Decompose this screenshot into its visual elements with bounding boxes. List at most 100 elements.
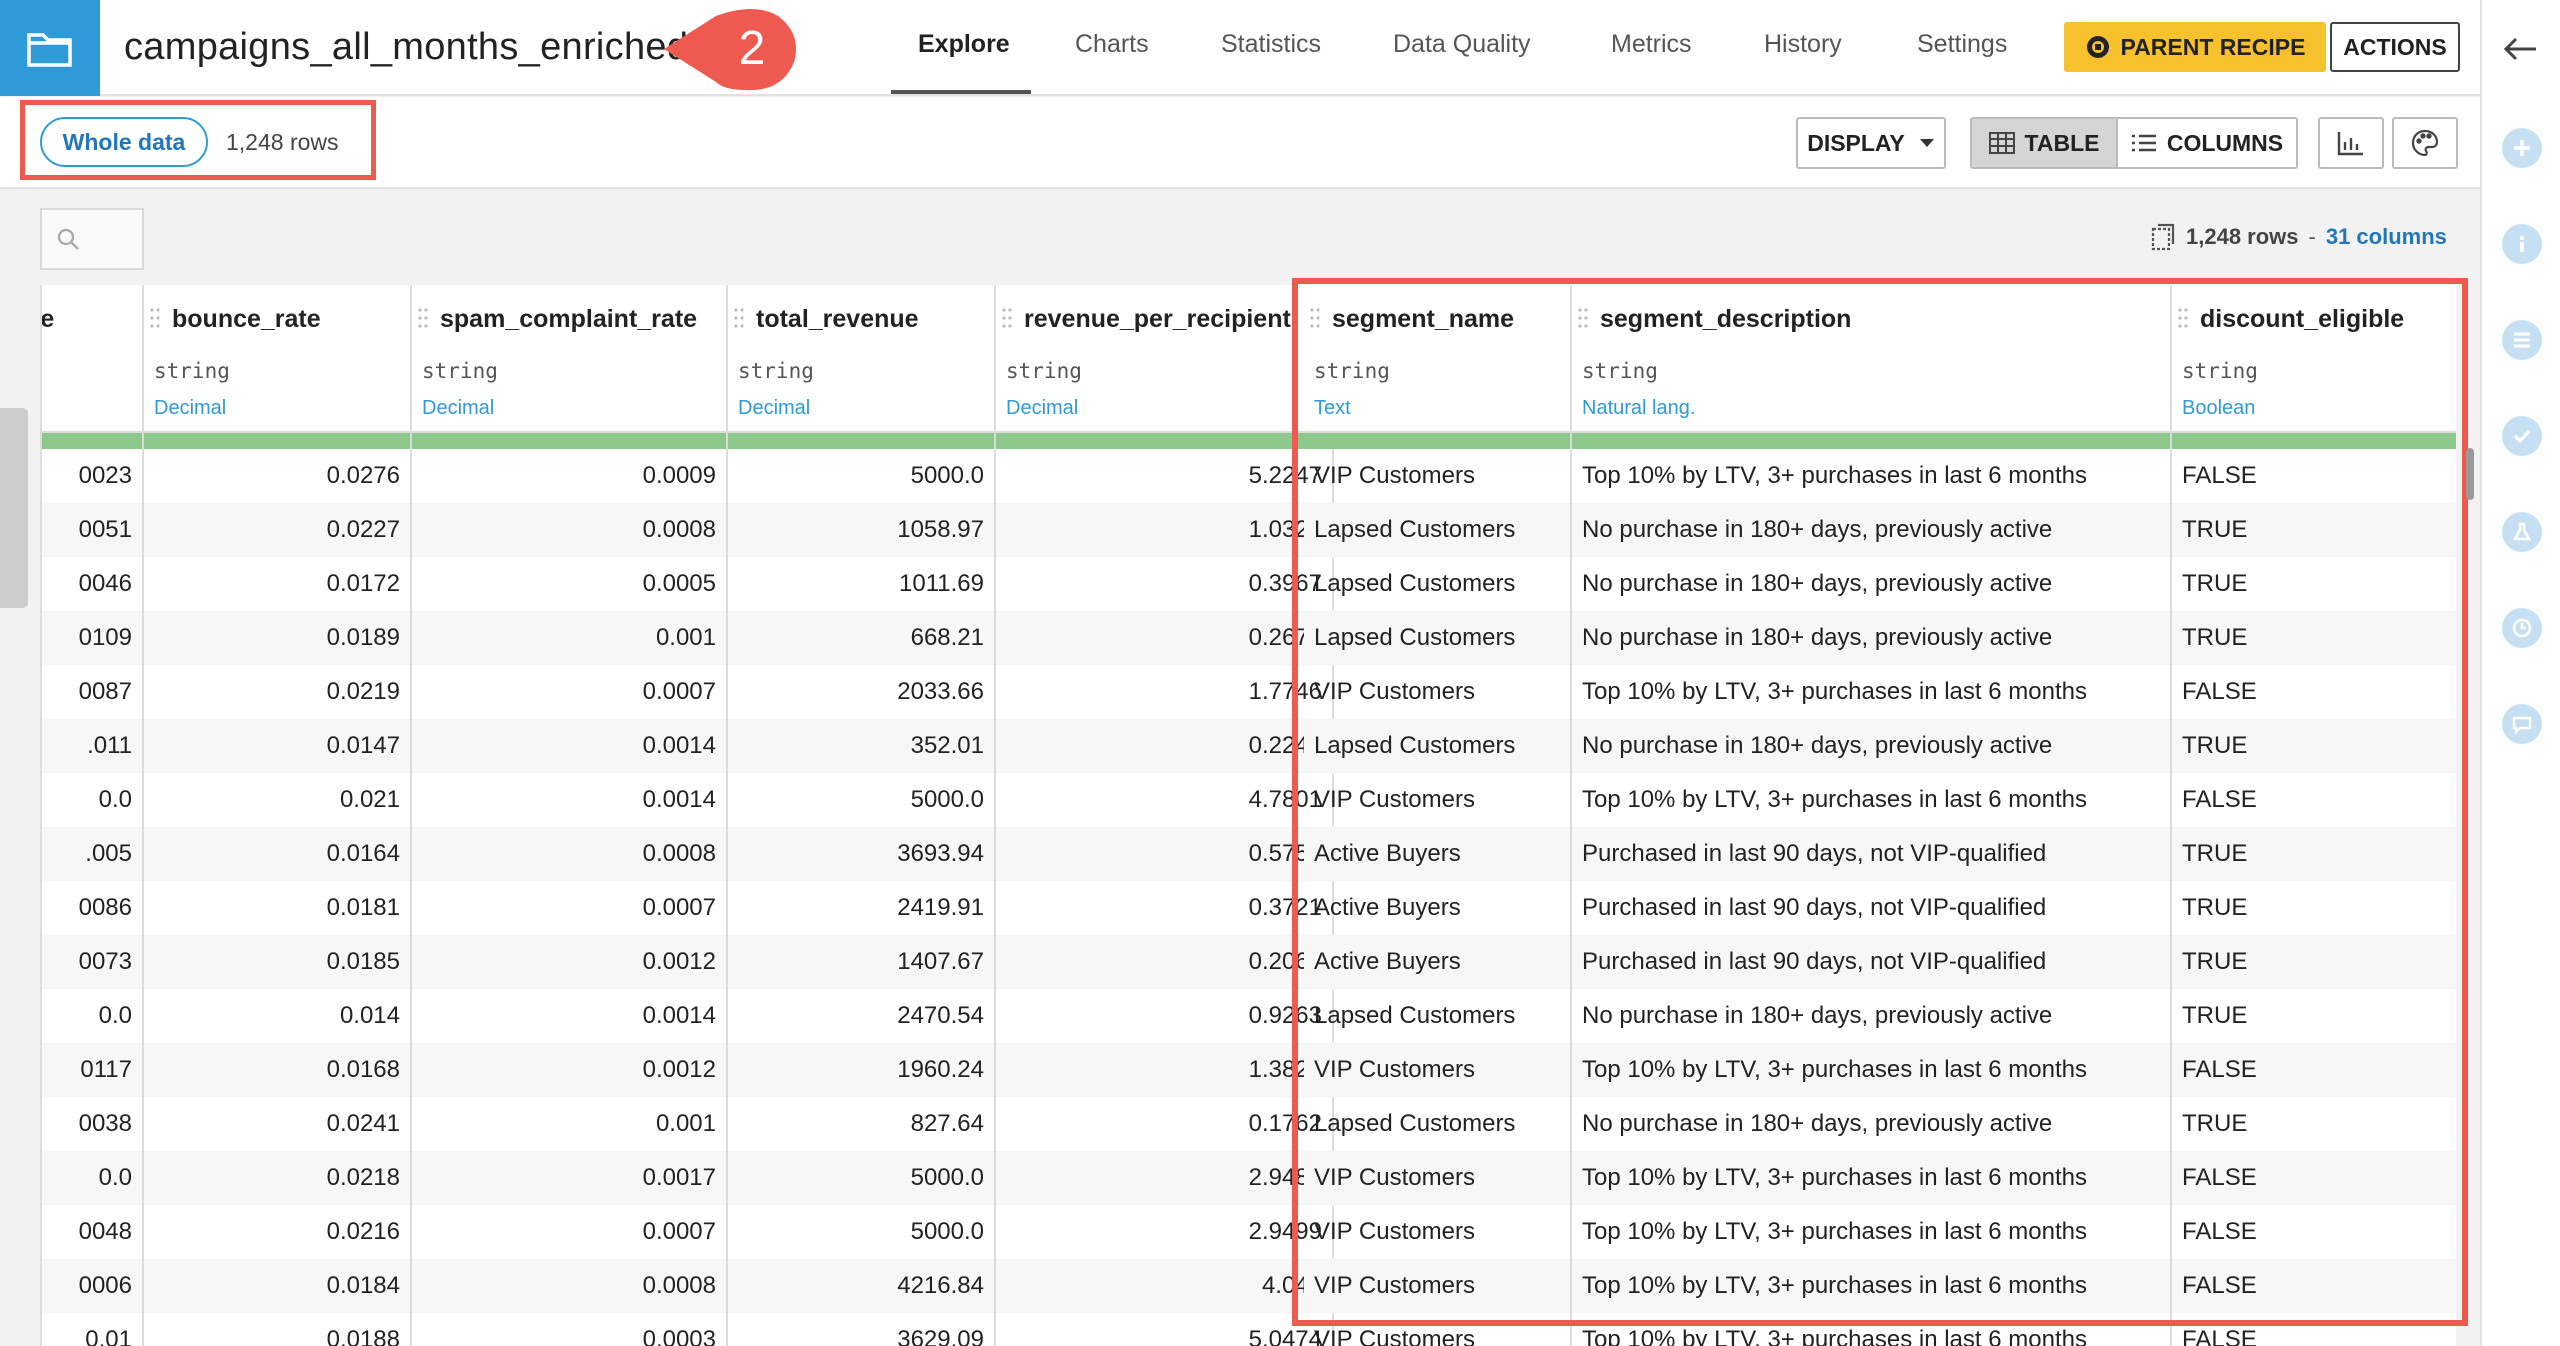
table-cell[interactable]: 1.7746 <box>996 665 1332 719</box>
meta-columns-link[interactable]: 31 columns <box>2326 224 2447 250</box>
table-cell[interactable]: 0051 <box>42 503 142 557</box>
table-cell[interactable]: 0.0241 <box>144 1097 410 1151</box>
table-cell[interactable]: 0.0014 <box>412 989 726 1043</box>
left-panel-handle[interactable] <box>0 408 28 608</box>
table-cell[interactable]: 0.0012 <box>412 935 726 989</box>
table-cell[interactable]: 0087 <box>42 665 142 719</box>
table-cell[interactable]: 5.2247 <box>996 449 1332 503</box>
table-cell[interactable]: 2470.54 <box>728 989 994 1043</box>
table-cell[interactable]: 5000.0 <box>728 773 994 827</box>
tab-statistics[interactable]: Statistics <box>1221 30 1321 59</box>
column-meaning[interactable]: Decimal <box>738 397 810 420</box>
table-cell[interactable]: 0.0012 <box>412 1043 726 1097</box>
table-cell[interactable]: 0.2064 <box>996 935 1332 989</box>
table-cell[interactable]: .011 <box>42 719 142 773</box>
table-cell[interactable]: 1011.69 <box>728 557 994 611</box>
tab-history[interactable]: History <box>1764 30 1842 59</box>
table-cell[interactable]: 0.0168 <box>144 1043 410 1097</box>
parent-recipe-button[interactable]: PARENT RECIPE <box>2064 22 2326 72</box>
table-cell[interactable]: 0.9263 <box>996 989 1332 1043</box>
table-cell[interactable]: 3629.09 <box>728 1313 994 1346</box>
table-cell[interactable]: 0.0218 <box>144 1151 410 1205</box>
table-cell[interactable]: 0.0 <box>42 773 142 827</box>
column-meaning[interactable]: Decimal <box>422 397 494 420</box>
table-cell[interactable]: 0.0185 <box>144 935 410 989</box>
table-cell[interactable]: 0109 <box>42 611 142 665</box>
table-cell[interactable]: 1960.24 <box>728 1043 994 1097</box>
column-header[interactable]: te <box>42 285 142 433</box>
table-cell[interactable]: 0.0184 <box>144 1259 410 1313</box>
column-header[interactable]: total_revenue string Decimal <box>728 285 994 433</box>
column-header[interactable]: bounce_rate string Decimal <box>144 285 410 433</box>
table-view-button[interactable]: TABLE <box>1972 119 2116 167</box>
table-cell[interactable]: 5000.0 <box>728 449 994 503</box>
columns-view-button[interactable]: COLUMNS <box>2116 119 2296 167</box>
table-cell[interactable]: 0046 <box>42 557 142 611</box>
table-cell[interactable]: 0.01 <box>42 1313 142 1346</box>
table-cell[interactable]: 0.0007 <box>412 881 726 935</box>
table-cell[interactable]: 0048 <box>42 1205 142 1259</box>
table-cell[interactable]: 0.014 <box>144 989 410 1043</box>
tab-data-quality[interactable]: Data Quality <box>1393 30 1531 59</box>
actions-button[interactable]: ACTIONS <box>2330 22 2460 72</box>
table-cell[interactable]: .005 <box>42 827 142 881</box>
table-cell[interactable]: 0.0276 <box>144 449 410 503</box>
table-cell[interactable]: 0.001 <box>412 611 726 665</box>
table-cell[interactable]: 0.0008 <box>412 1259 726 1313</box>
table-cell[interactable]: 0.1762 <box>996 1097 1332 1151</box>
column-header[interactable]: spam_complaint_rate string Decimal <box>412 285 726 433</box>
arrow-left-icon[interactable] <box>2500 34 2540 64</box>
table-cell[interactable]: 0073 <box>42 935 142 989</box>
table-cell[interactable]: 1058.97 <box>728 503 994 557</box>
table-cell[interactable]: 0.021 <box>144 773 410 827</box>
table-cell[interactable]: 0.0003 <box>412 1313 726 1346</box>
check-icon[interactable] <box>2502 416 2542 456</box>
drag-handle-icon[interactable] <box>150 307 160 329</box>
column-meaning[interactable]: Decimal <box>154 397 226 420</box>
table-cell[interactable]: 0.0188 <box>144 1313 410 1346</box>
drag-handle-icon[interactable] <box>734 307 744 329</box>
table-cell[interactable]: 352.01 <box>728 719 994 773</box>
list-icon[interactable] <box>2502 320 2542 360</box>
table-cell[interactable]: 0.0009 <box>412 449 726 503</box>
table-cell[interactable]: 5000.0 <box>728 1151 994 1205</box>
table-cell[interactable]: 5.0474 <box>996 1313 1332 1346</box>
display-dropdown[interactable]: DISPLAY <box>1796 117 1946 169</box>
table-cell[interactable]: 0.0147 <box>144 719 410 773</box>
table-cell[interactable]: 0.0189 <box>144 611 410 665</box>
table-cell[interactable]: 0.0164 <box>144 827 410 881</box>
table-cell[interactable]: 0.0007 <box>412 1205 726 1259</box>
table-cell[interactable]: 0.0007 <box>412 665 726 719</box>
table-cell[interactable]: 827.64 <box>728 1097 994 1151</box>
table-cell[interactable]: 0086 <box>42 881 142 935</box>
table-cell[interactable]: 0.0005 <box>412 557 726 611</box>
table-cell[interactable]: 0.3721 <box>996 881 1332 935</box>
tab-metrics[interactable]: Metrics <box>1611 30 1692 59</box>
table-cell[interactable]: 2033.66 <box>728 665 994 719</box>
vertical-scrollbar[interactable] <box>2466 448 2474 500</box>
table-cell[interactable]: 0023 <box>42 449 142 503</box>
plus-icon[interactable] <box>2502 128 2542 168</box>
clock-icon[interactable] <box>2502 608 2542 648</box>
table-cell[interactable]: 0.3967 <box>996 557 1332 611</box>
table-cell[interactable]: 0.0014 <box>412 719 726 773</box>
table-cell[interactable]: 5000.0 <box>728 1205 994 1259</box>
table-cell[interactable]: 0.0017 <box>412 1151 726 1205</box>
drag-handle-icon[interactable] <box>418 307 428 329</box>
table-cell[interactable]: 0.0181 <box>144 881 410 935</box>
lab-icon[interactable] <box>2502 512 2542 552</box>
table-cell[interactable]: 2.9481 <box>996 1151 1332 1205</box>
charts-button[interactable] <box>2318 117 2384 169</box>
table-cell[interactable]: 0.0008 <box>412 503 726 557</box>
table-cell[interactable]: 4.043 <box>996 1259 1332 1313</box>
table-cell[interactable]: 0.2248 <box>996 719 1332 773</box>
chat-icon[interactable] <box>2502 704 2542 744</box>
table-cell[interactable]: 0.0172 <box>144 557 410 611</box>
table-cell[interactable]: 0.2679 <box>996 611 1332 665</box>
table-cell[interactable]: 0.0 <box>42 989 142 1043</box>
table-cell[interactable]: 0.0227 <box>144 503 410 557</box>
table-cell[interactable]: 0038 <box>42 1097 142 1151</box>
copy-icon[interactable] <box>2150 222 2176 252</box>
column-header[interactable]: revenue_per_recipient string Decimal <box>996 285 1332 433</box>
tab-explore[interactable]: Explore <box>918 30 1010 59</box>
